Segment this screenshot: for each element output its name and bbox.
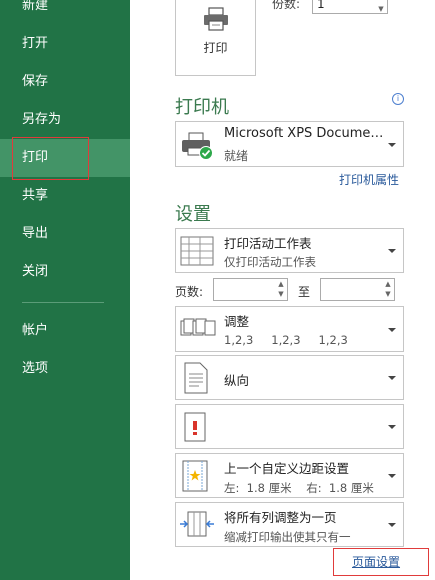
info-icon[interactable]: i xyxy=(392,93,404,105)
printer-name: Microsoft XPS Docume… xyxy=(224,126,384,141)
pages-from-input[interactable]: ▲ ▼ xyxy=(213,278,288,301)
nav-print[interactable]: 打印 xyxy=(0,139,130,177)
nav-open[interactable]: 打开 xyxy=(0,25,130,63)
paper-size-dropdown[interactable] xyxy=(175,404,404,449)
printer-status: 就绪 xyxy=(224,149,249,163)
custom-margins-icon xyxy=(182,460,208,492)
collate-icon xyxy=(180,318,216,336)
print-button-label: 打印 xyxy=(203,41,228,55)
scaling-main: 将所有列调整为一页 xyxy=(224,510,337,525)
nav-share[interactable]: 共享 xyxy=(0,177,130,215)
margins-main: 上一个自定义边距设置 xyxy=(224,461,350,476)
fit-columns-icon xyxy=(180,511,214,537)
chevron-down-icon xyxy=(388,425,396,429)
print-button[interactable]: 打印 xyxy=(175,0,256,76)
chevron-down-icon xyxy=(388,523,396,527)
copies-label: 份数: xyxy=(272,0,301,11)
collate-sub: 1,2,3 1,2,3 1,2,3 xyxy=(224,333,348,347)
spin-down-icon[interactable]: ▼ xyxy=(382,290,394,299)
chevron-down-icon xyxy=(388,249,396,253)
collate-main: 调整 xyxy=(224,314,250,329)
collate-seq-2: 1,2,3 xyxy=(271,333,301,347)
nav-account[interactable]: 帐户 xyxy=(0,312,130,350)
printer-section-title: 打印机 xyxy=(175,97,229,118)
nav-save-as[interactable]: 另存为 xyxy=(0,101,130,139)
chevron-down-icon xyxy=(388,474,396,478)
worksheet-icon xyxy=(180,236,214,266)
nav-close[interactable]: 关闭 xyxy=(0,253,130,291)
copies-down-icon[interactable]: ▼ xyxy=(375,5,387,14)
portrait-page-icon xyxy=(184,362,208,394)
nav-save[interactable]: 保存 xyxy=(0,63,130,101)
chevron-down-icon xyxy=(388,376,396,380)
copies-input[interactable]: 1 ▼ xyxy=(312,0,388,14)
nav-options[interactable]: 选项 xyxy=(0,350,130,388)
paper-warning-icon xyxy=(184,412,206,442)
spin-down-icon[interactable]: ▼ xyxy=(275,290,287,299)
spin-up-icon[interactable]: ▲ xyxy=(382,280,394,289)
pages-label: 页数: xyxy=(175,285,204,299)
orientation-dropdown[interactable]: 纵向 xyxy=(175,355,404,400)
scope-main: 打印活动工作表 xyxy=(224,236,312,251)
nav-new[interactable]: 新建 xyxy=(0,0,130,25)
collate-seq-1: 1,2,3 xyxy=(224,333,254,347)
printer-icon xyxy=(204,7,228,31)
pages-to-label: 至 xyxy=(298,285,311,299)
orientation-main: 纵向 xyxy=(224,373,250,388)
settings-section-title: 设置 xyxy=(175,204,211,225)
collate-dropdown[interactable]: 调整 1,2,3 1,2,3 1,2,3 xyxy=(175,306,404,352)
chevron-down-icon xyxy=(388,328,396,332)
margins-dropdown[interactable]: 上一个自定义边距设置 左: 1.8 厘米 右: 1.8 厘米 xyxy=(175,453,404,498)
scaling-sub: 缩减打印输出使其只有一 xyxy=(224,530,351,544)
scope-sub: 仅打印活动工作表 xyxy=(224,255,316,269)
printer-status-icon xyxy=(182,132,213,160)
collate-seq-3: 1,2,3 xyxy=(318,333,348,347)
spin-up-icon[interactable]: ▲ xyxy=(275,280,287,289)
pages-to-input[interactable]: ▲ ▼ xyxy=(320,278,395,301)
nav-divider xyxy=(22,302,104,303)
scaling-dropdown[interactable]: 将所有列调整为一页 缩减打印输出使其只有一 xyxy=(175,502,404,547)
page-setup-link[interactable]: 页面设置 xyxy=(352,553,400,570)
margins-sub: 左: 1.8 厘米 右: 1.8 厘米 xyxy=(224,481,374,495)
nav-export[interactable]: 导出 xyxy=(0,215,130,253)
backstage-sidebar: 新建 打开 保存 另存为 打印 共享 导出 关闭 帐户 选项 xyxy=(0,0,130,580)
chevron-down-icon xyxy=(388,143,396,147)
print-scope-dropdown[interactable]: 打印活动工作表 仅打印活动工作表 xyxy=(175,228,404,273)
printer-dropdown[interactable]: Microsoft XPS Docume… 就绪 xyxy=(175,121,404,167)
printer-properties-link[interactable]: 打印机属性 xyxy=(339,171,399,188)
copies-value: 1 xyxy=(317,0,325,11)
